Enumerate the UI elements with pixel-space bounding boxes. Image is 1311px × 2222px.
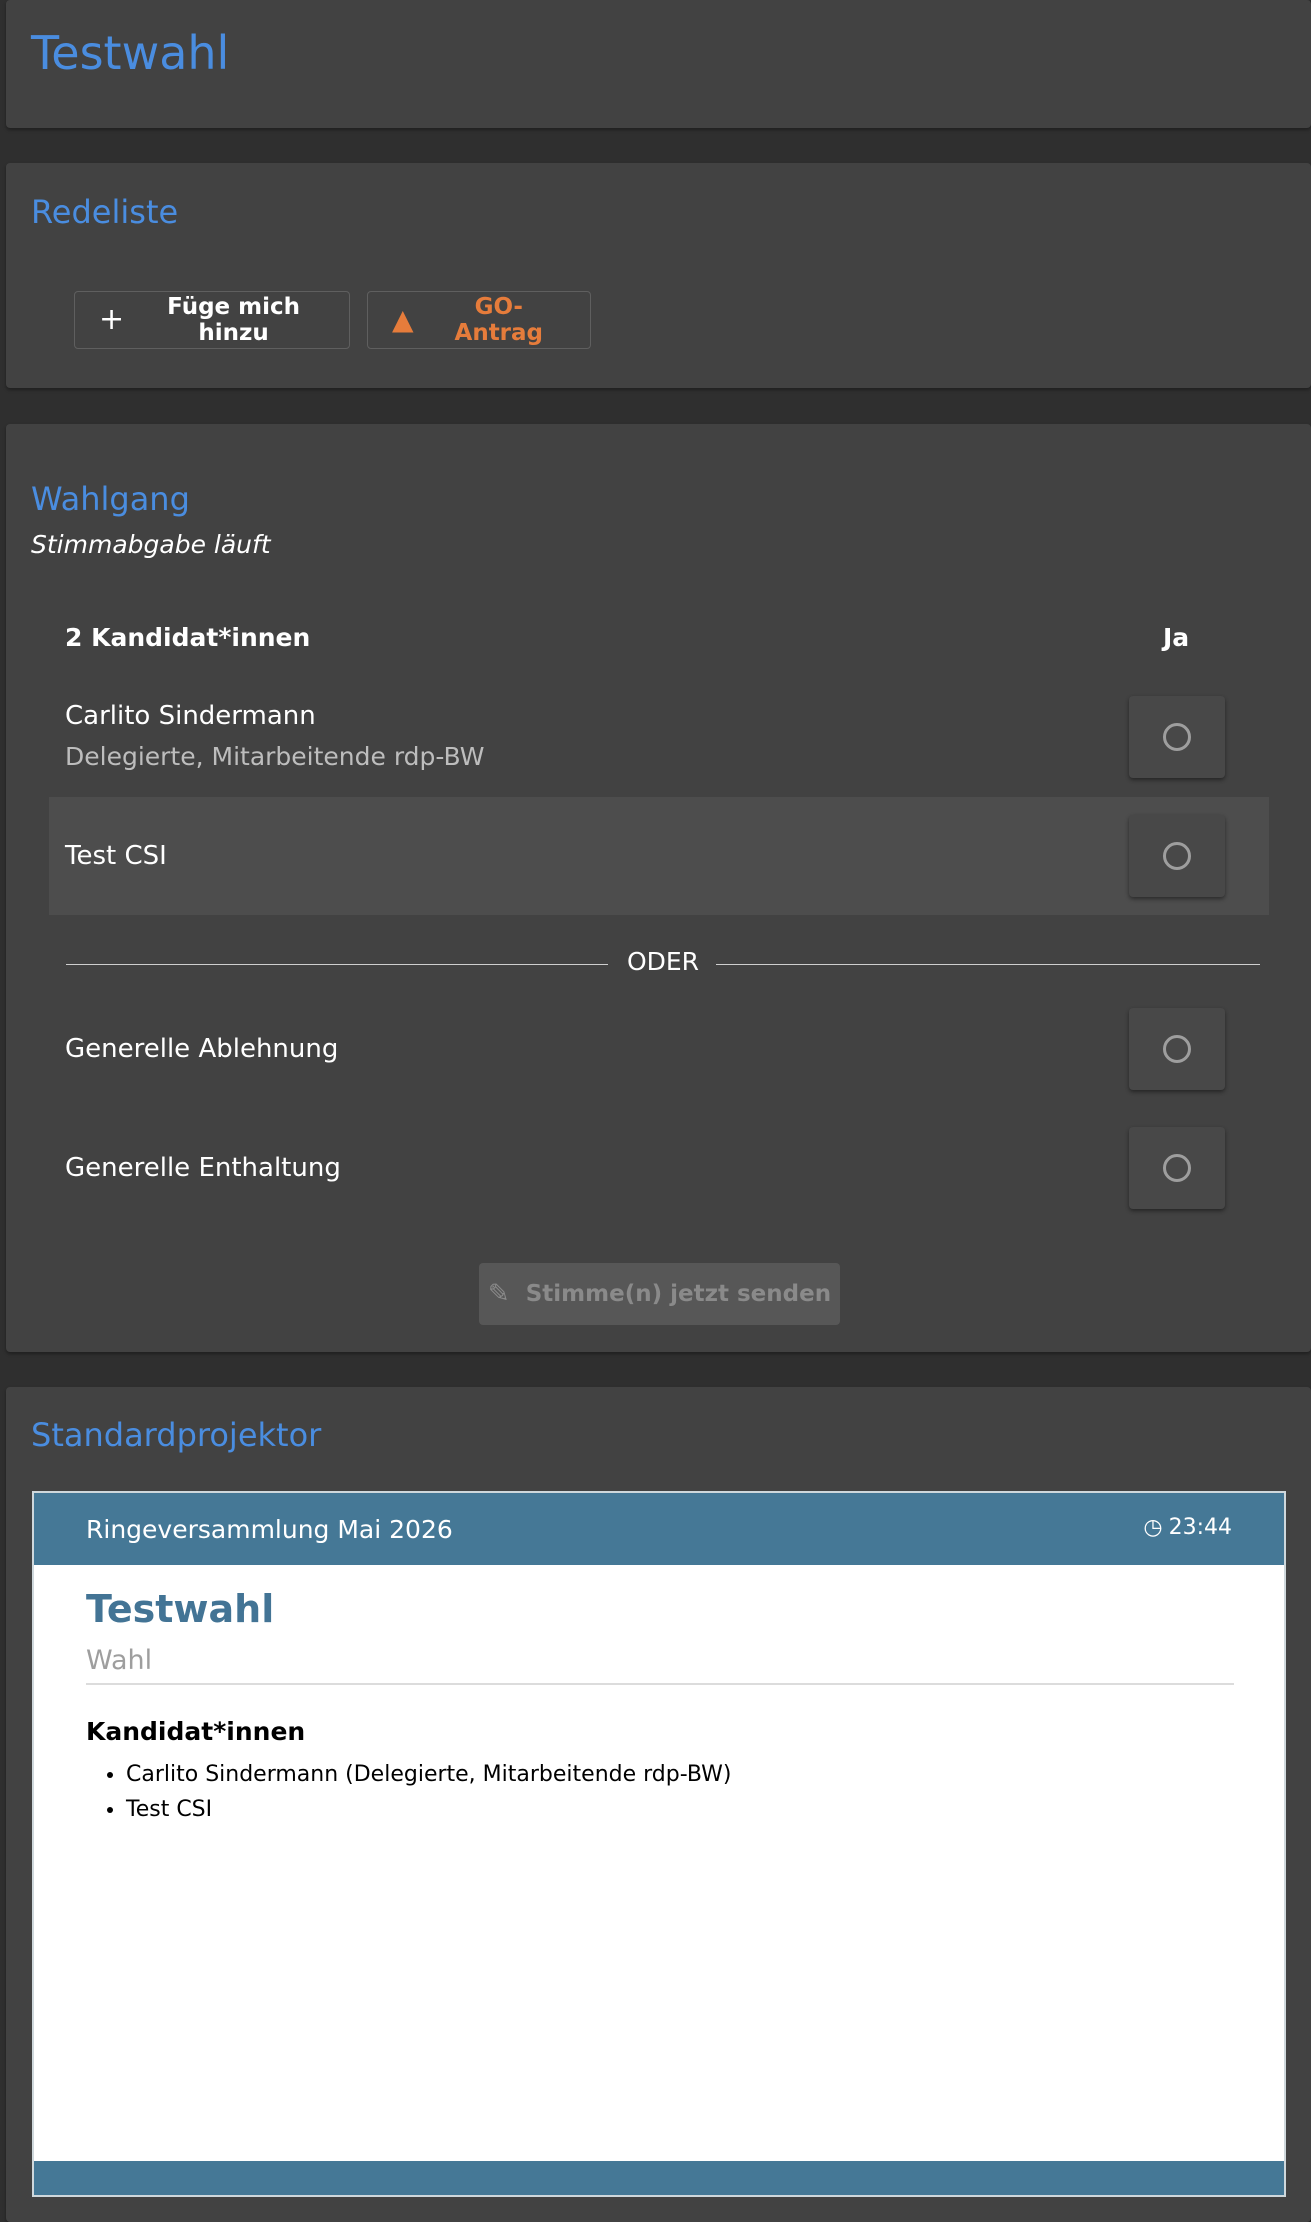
candidate-name: Test CSI — [65, 841, 167, 871]
event-name: Ringeversammlung Mai 2026 — [86, 1515, 453, 1544]
projector-clock: ◷ 23:44 — [1143, 1515, 1232, 1540]
slide-section-label: Kandidat*innen — [86, 1717, 306, 1746]
or-label: ODER — [626, 947, 700, 976]
general-abstain-radio[interactable] — [1129, 1127, 1225, 1209]
ballot-icon: ✎ — [487, 1279, 510, 1309]
slide-candidate-list: Carlito Sindermann (Delegierte, Mitarbei… — [86, 1757, 732, 1827]
divider-line — [716, 964, 1260, 965]
table-row — [49, 797, 1269, 915]
ballot-status: Stimmabgabe läuft — [31, 530, 271, 559]
page-title: Testwahl — [31, 26, 230, 80]
list-item: Test CSI — [126, 1792, 732, 1827]
ballot-title: Wahlgang — [31, 480, 190, 518]
slide-subtitle: Wahl — [86, 1645, 153, 1676]
clock-time: 23:44 — [1168, 1515, 1232, 1540]
projector-header: Ringeversammlung Mai 2026 ◷ 23:44 — [34, 1493, 1284, 1565]
radio-unchecked-icon — [1163, 723, 1191, 751]
submit-vote-label: Stimme(n) jetzt senden — [525, 1281, 832, 1307]
candidate-2-yes-radio[interactable] — [1129, 815, 1225, 897]
general-reject-label: Generelle Ablehnung — [65, 1034, 339, 1064]
projector-preview[interactable]: Ringeversammlung Mai 2026 ◷ 23:44 Testwa… — [32, 1491, 1286, 2197]
speakers-card: Redeliste + Füge mich hinzu ▲ GO-Antrag — [6, 163, 1311, 388]
projector-card: Standardprojektor Ringeversammlung Mai 2… — [6, 1387, 1311, 2222]
candidate-1-yes-radio[interactable] — [1129, 696, 1225, 778]
clock-icon: ◷ — [1143, 1515, 1163, 1540]
radio-unchecked-icon — [1163, 842, 1191, 870]
general-reject-radio[interactable] — [1129, 1008, 1225, 1090]
candidate-name: Carlito Sindermann — [65, 701, 316, 731]
submit-vote-button[interactable]: ✎ Stimme(n) jetzt senden — [479, 1263, 840, 1325]
slide-title: Testwahl — [86, 1587, 275, 1631]
ballot-card: Wahlgang Stimmabgabe läuft 2 Kandidat*in… — [6, 424, 1311, 1352]
plus-icon: + — [99, 302, 125, 337]
go-motion-label: GO-Antrag — [454, 294, 544, 346]
candidate-detail: Delegierte, Mitarbeitende rdp-BW — [65, 742, 485, 771]
yes-header: Ja — [1163, 623, 1190, 652]
radio-unchecked-icon — [1163, 1154, 1191, 1182]
add-me-button[interactable]: + Füge mich hinzu — [74, 291, 350, 349]
candidates-header: 2 Kandidat*innen — [65, 623, 311, 652]
slide-divider — [86, 1683, 1234, 1685]
general-abstain-label: Generelle Enthaltung — [65, 1153, 341, 1183]
or-divider: ODER — [66, 947, 1260, 981]
go-motion-button[interactable]: ▲ GO-Antrag — [367, 291, 591, 349]
projector-footer — [34, 2161, 1284, 2195]
list-item: Carlito Sindermann (Delegierte, Mitarbei… — [126, 1757, 732, 1792]
radio-unchecked-icon — [1163, 1035, 1191, 1063]
warning-icon: ▲ — [392, 303, 414, 336]
title-card: Testwahl — [6, 0, 1311, 128]
speakers-title: Redeliste — [31, 193, 179, 231]
add-me-label: Füge mich hinzu — [167, 294, 300, 346]
projector-title: Standardprojektor — [31, 1416, 322, 1454]
